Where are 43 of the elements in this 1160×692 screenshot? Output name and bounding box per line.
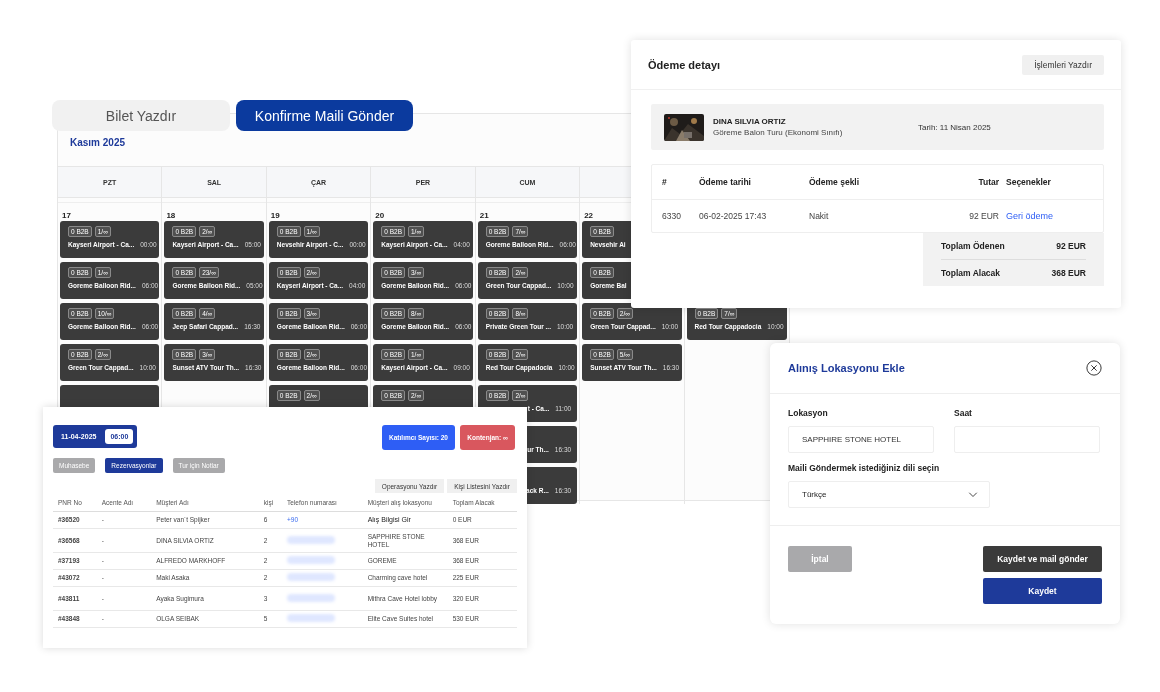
date-number: 22 [584,211,594,221]
action-button[interactable]: Konfirme Maili Gönder [236,100,413,131]
column-header: # [662,177,668,187]
close-icon[interactable] [1086,360,1102,376]
column-header: Ödeme şekli [809,177,861,187]
location-field[interactable]: SAPPHIRE STONE HOTEL [788,426,934,453]
blurred-phone [287,573,336,581]
blurred-phone [287,614,336,622]
total-value: 92 EUR [1056,241,1086,251]
date-number: 20 [375,211,385,221]
field-label: Lokasyon [788,408,829,418]
date-number: 21 [479,211,489,221]
tour-date: Tarih: 11 Nisan 2025 [918,122,991,132]
table-cell-text: Nakit [809,211,830,221]
blurred-phone [287,556,336,564]
chevron-down-icon [968,491,978,498]
save-button[interactable]: Kaydet [983,578,1102,604]
action-button[interactable]: Bilet Yazdır [52,100,230,131]
date-number: 19 [270,211,280,221]
field-label: Maili Göndermek istediğiniz dili seçin [788,463,941,473]
tour-name: Göreme Balon Turu (Ekonomi Sınıfı) [713,128,844,137]
field-label: Saat [954,408,973,418]
date-number: 17 [62,211,71,221]
customer-name: DINA SILVIA ORTIZ [713,117,787,126]
table-cell-text: 6330 [662,211,682,221]
column-header: Ödeme tarihi [699,177,752,187]
refund-link[interactable]: Geri ödeme [1006,211,1054,221]
column-header: Tutar [977,177,999,187]
dialog-title: Alınış Lokasyonu Ekle [788,362,905,374]
blurred-phone [287,593,336,602]
save-and-mail-button[interactable]: Kaydet ve mail gönder [983,546,1102,572]
month-title: Kasım 2025 [70,137,126,148]
table-cell-text: 92 EUR [968,211,999,221]
total-label: Toplam Ödenen [941,241,1005,251]
print-button[interactable]: İşlemleri Yazdır [1022,54,1104,75]
blurred-phone [287,535,336,544]
column-header: Seçenekler [1006,177,1051,187]
table-cell-text: 06-02-2025 17:43 [699,211,768,221]
total-label: Toplam Alacak [941,268,1001,278]
language-dropdown[interactable]: Türkçe [788,481,990,508]
panel-title: Ödeme detayı [648,58,721,71]
total-value: 368 EUR [1051,268,1086,278]
date-number: 18 [166,211,176,221]
